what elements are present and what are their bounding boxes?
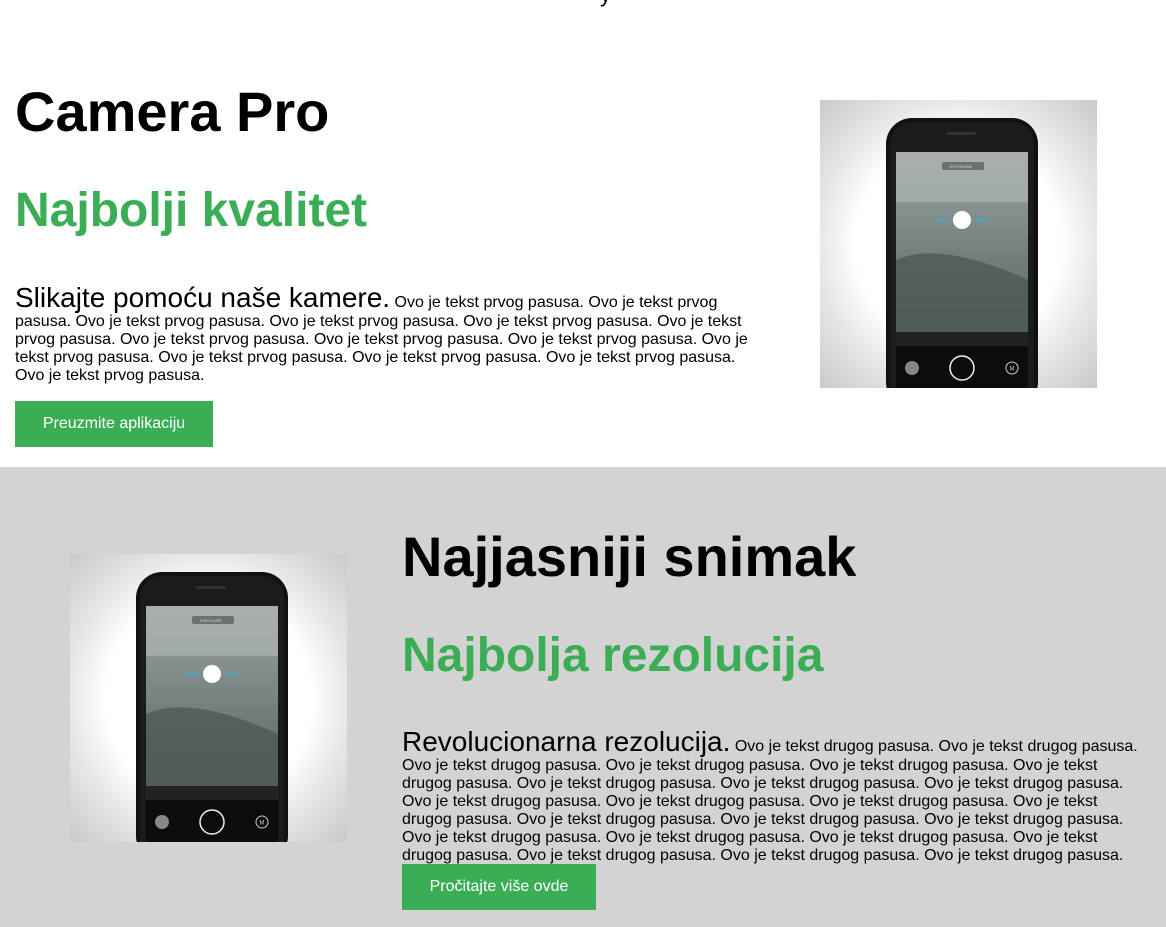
- features-section: EXPOSURE M Najjasniji snimak Najbolja re…: [0, 467, 1166, 927]
- intro-paragraph: Slikajte pomoću naše kamere. Ovo je teks…: [15, 283, 760, 385]
- read-more-button[interactable]: Pročitajte više ovde: [402, 864, 596, 910]
- section-subtitle: Najbolji kvalitet: [15, 184, 368, 237]
- manual-mode-label-2: M: [260, 821, 265, 827]
- paragraph-lead-2: Revolucionarna rezolucija.: [402, 726, 731, 757]
- manual-mode-label: M: [1010, 367, 1015, 373]
- top-text-fragment: y: [600, 0, 611, 6]
- exposure-label-2: EXPOSURE: [200, 618, 223, 623]
- download-app-button[interactable]: Preuzmite aplikaciju: [15, 401, 213, 447]
- hero-section: y Camera Pro Najbolji kvalitet Slikajte …: [0, 0, 1166, 467]
- phone-camera-image-2: EXPOSURE M: [70, 554, 347, 842]
- section-subtitle-2: Najbolja rezolucija: [402, 629, 824, 682]
- phone-camera-image: EXPOSURE M: [820, 100, 1097, 388]
- exposure-label: EXPOSURE: [950, 164, 973, 169]
- page-title: Camera Pro: [15, 80, 330, 143]
- paragraph-lead: Slikajte pomoću naše kamere.: [15, 282, 391, 313]
- features-paragraph: Revolucionarna rezolucija. Ovo je tekst …: [402, 727, 1142, 865]
- section-title: Najjasniji snimak: [402, 525, 857, 588]
- paragraph-body-2: Ovo je tekst drugog pasusa. Ovo je tekst…: [402, 738, 1138, 864]
